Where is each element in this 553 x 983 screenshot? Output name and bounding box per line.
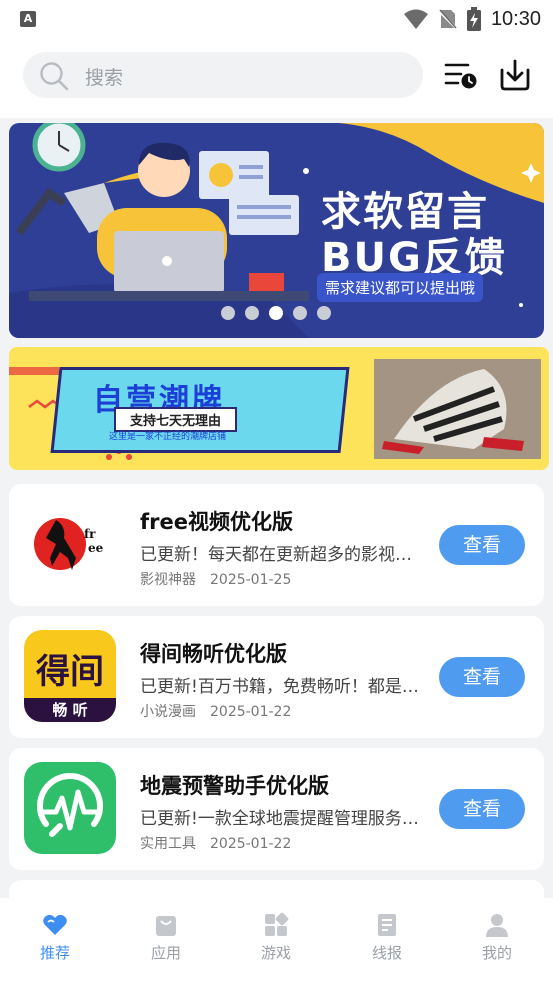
tab-profile[interactable]: 我的 <box>457 912 537 972</box>
promo-banner[interactable]: 自营潮牌 支持七天无理由 这里是一家不正经的潮牌店铺 <box>9 347 549 470</box>
status-time: 10:30 <box>490 7 541 30</box>
dejian-icon-text-bottom: 畅 听 <box>24 698 116 722</box>
notification-a-icon: A <box>20 11 36 27</box>
user-icon <box>486 914 508 937</box>
tab-apps[interactable]: 应用 <box>126 912 206 972</box>
dejian-listen-icon: 得间 畅 听 <box>24 630 116 722</box>
banner-carousel[interactable]: 求软留言 BUG反馈 需求建议都可以提出哦 <box>9 123 544 338</box>
heart-icon <box>43 914 67 935</box>
grid-icon <box>265 912 289 936</box>
free-video-icon: fr ee <box>24 498 116 590</box>
tab-news[interactable]: 线报 <box>347 912 427 972</box>
app-meta: 影视神器 2025-01-25 <box>140 569 291 589</box>
tab-label: 应用 <box>150 944 181 962</box>
view-button[interactable]: 查看 <box>439 789 525 829</box>
app-description: 已更新!一款全球地震提醒管理服务软件 <box>140 809 420 829</box>
search-input[interactable]: 搜索 <box>23 52 423 98</box>
app-category: 实用工具 <box>140 836 196 852</box>
search-placeholder: 搜索 <box>85 67 124 89</box>
wifi-icon <box>403 9 428 29</box>
view-button[interactable]: 查看 <box>439 525 525 565</box>
app-category: 小说漫画 <box>140 704 196 720</box>
earthquake-icon <box>24 762 116 854</box>
history-list-icon[interactable] <box>444 60 478 90</box>
app-description: 已更新！每天都在更新超多的影视资源 <box>140 545 420 565</box>
app-name: 得间畅听优化版 <box>140 642 287 666</box>
app-name: 地震预警助手优化版 <box>140 774 329 798</box>
app-card[interactable]: 得间 畅 听 得间畅听优化版 已更新!百万书籍，免费畅听！都是精品 小说漫画 20… <box>9 616 544 738</box>
banner-subtitle: 需求建议都可以提出哦 <box>317 273 484 302</box>
app-card[interactable]: fr ee free视频优化版 已更新！每天都在更新超多的影视资源 影视神器 20… <box>9 484 544 606</box>
svg-text:ee: ee <box>88 541 104 555</box>
carousel-dot[interactable] <box>221 306 235 320</box>
tab-label: 我的 <box>481 944 512 962</box>
tab-label: 线报 <box>371 944 402 962</box>
app-description: 已更新!百万书籍，免费畅听！都是精品 <box>140 677 420 697</box>
app-name: free视频优化版 <box>140 510 293 534</box>
view-button[interactable]: 查看 <box>439 657 525 697</box>
download-icon[interactable] <box>498 58 532 92</box>
search-icon <box>40 62 69 91</box>
carousel-dot[interactable] <box>269 306 283 320</box>
status-icons: 10:30 <box>403 6 541 32</box>
app-date: 2025-01-25 <box>210 572 292 588</box>
tab-games[interactable]: 游戏 <box>236 912 316 972</box>
app-meta: 实用工具 2025-01-22 <box>140 833 291 853</box>
promo-product-photo <box>374 359 541 459</box>
tab-recommend[interactable]: 推荐 <box>15 912 95 972</box>
promo-small-text: 这里是一家不正经的潮牌店铺 <box>109 432 227 442</box>
carousel-dot[interactable] <box>245 306 259 320</box>
svg-text:fr: fr <box>84 527 96 541</box>
app-meta: 小说漫画 2025-01-22 <box>140 701 291 721</box>
app-category: 影视神器 <box>140 572 196 588</box>
bottom-tab-bar: 推荐 应用 游戏 线报 我的 <box>0 898 553 983</box>
tab-label: 推荐 <box>39 944 70 962</box>
app-date: 2025-01-22 <box>210 836 292 852</box>
top-area: A 10:30 搜索 <box>0 0 553 118</box>
no-sim-icon <box>438 9 457 30</box>
app-card[interactable]: 地震预警助手优化版 已更新!一款全球地震提醒管理服务软件 实用工具 2025-01… <box>9 748 544 870</box>
app-date: 2025-01-22 <box>210 704 292 720</box>
battery-charging-icon <box>466 7 481 31</box>
carousel-dots <box>221 306 331 320</box>
tab-label: 游戏 <box>260 944 291 962</box>
carousel-dot[interactable] <box>317 306 331 320</box>
bag-icon <box>156 916 176 936</box>
dejian-icon-text-top: 得间 <box>36 652 104 692</box>
status-bar: A 10:30 <box>0 0 553 38</box>
book-icon <box>378 914 396 936</box>
carousel-dot[interactable] <box>293 306 307 320</box>
